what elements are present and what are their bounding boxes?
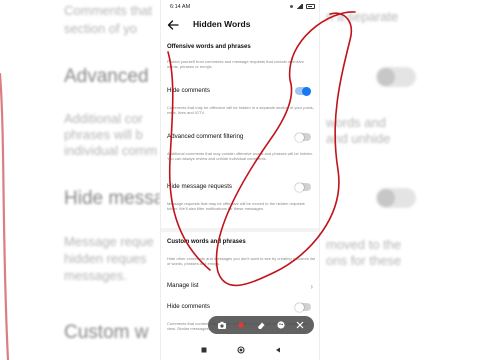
bg-text: Comments that	[64, 3, 153, 18]
section-title-custom: Custom words and phrases	[167, 239, 246, 245]
palette-icon[interactable]	[276, 320, 286, 330]
manage-list-row[interactable]: Manage list ›	[161, 279, 319, 293]
section-description: Hide other comments and messages you don…	[167, 256, 315, 267]
bg-heading: Hide messa	[64, 188, 160, 209]
navigation-bar	[161, 340, 319, 360]
hide-comments-toggle[interactable]	[295, 86, 311, 96]
advanced-filtering-label: Advanced comment filtering	[167, 133, 244, 140]
home-icon[interactable]	[237, 346, 245, 354]
toggle-knob	[302, 86, 311, 96]
signal-icon	[296, 3, 303, 9]
bg-text: phrases will b	[64, 127, 143, 142]
bg-text: individual comm	[64, 143, 158, 158]
bg-text: n a separate	[326, 9, 399, 24]
bg-heading: Advanced	[64, 66, 149, 87]
page-header: Hidden Words	[161, 14, 319, 36]
hide-requests-row[interactable]: Hide message requests	[161, 180, 319, 194]
bg-text: ons for these	[326, 253, 402, 268]
bg-heading: Custom w	[64, 322, 149, 343]
section-divider	[161, 228, 319, 232]
chevron-right-icon: ›	[310, 282, 313, 291]
advanced-filtering-toggle[interactable]	[295, 132, 311, 142]
battery-icon	[306, 3, 315, 9]
advanced-filtering-description: Additional comments that may contain off…	[167, 151, 314, 162]
hide-comments-description: Comments that may be offensive will be h…	[167, 105, 314, 116]
screenshot-toolbar	[208, 316, 314, 334]
back-icon[interactable]	[274, 346, 282, 354]
toggle-knob	[295, 182, 304, 192]
hide-comments-label: Hide comments	[167, 87, 210, 94]
bg-toggle	[376, 188, 416, 208]
custom-hide-comments-label: Hide comments	[167, 303, 210, 310]
toggle-knob	[295, 132, 304, 142]
eraser-icon[interactable]	[256, 320, 266, 330]
custom-hide-comments-row[interactable]: Hide comments	[161, 300, 319, 314]
recents-icon[interactable]	[200, 346, 208, 354]
hide-requests-toggle[interactable]	[295, 182, 311, 192]
status-icons	[290, 3, 315, 9]
bg-text: moved to the	[326, 237, 402, 252]
custom-hide-comments-toggle[interactable]	[295, 302, 311, 312]
bg-text: section of yo	[64, 21, 137, 36]
back-arrow-icon[interactable]	[166, 18, 180, 32]
camera-icon[interactable]	[217, 320, 227, 330]
notification-dot-icon	[290, 4, 293, 8]
bg-text: Message reque	[64, 234, 154, 249]
manage-list-label: Manage list	[167, 282, 199, 289]
record-icon[interactable]	[236, 320, 246, 330]
bg-text: Additional cor	[64, 111, 143, 126]
section-title-offensive: Offensive words and phrases	[167, 44, 251, 50]
bg-text: messages.	[64, 268, 127, 283]
bg-text: words and	[326, 115, 386, 130]
hide-requests-label: Hide message requests	[167, 183, 233, 190]
page-title: Hidden Words	[193, 19, 251, 29]
background-left: Comments that section of yo Advanced Add…	[0, 0, 160, 360]
bg-text: hidden reques	[64, 251, 147, 266]
advanced-filtering-row[interactable]: Advanced comment filtering	[161, 130, 319, 144]
toggle-knob	[295, 302, 304, 312]
bg-text: and unhide	[326, 131, 391, 146]
hide-requests-description: Message requests that may be offensive w…	[167, 201, 305, 212]
bg-toggle	[376, 67, 416, 87]
status-time: 6:14 AM	[170, 4, 191, 10]
hide-comments-row[interactable]: Hide comments	[161, 84, 319, 98]
background-right: n a separate words and and unhide moved …	[320, 0, 480, 360]
phone-screen: 6:14 AM Hidden Words Offensive words and…	[160, 0, 320, 360]
status-bar: 6:14 AM	[161, 0, 319, 14]
close-icon[interactable]	[295, 320, 305, 330]
section-description: Protect yourself from comments and messa…	[167, 59, 304, 70]
